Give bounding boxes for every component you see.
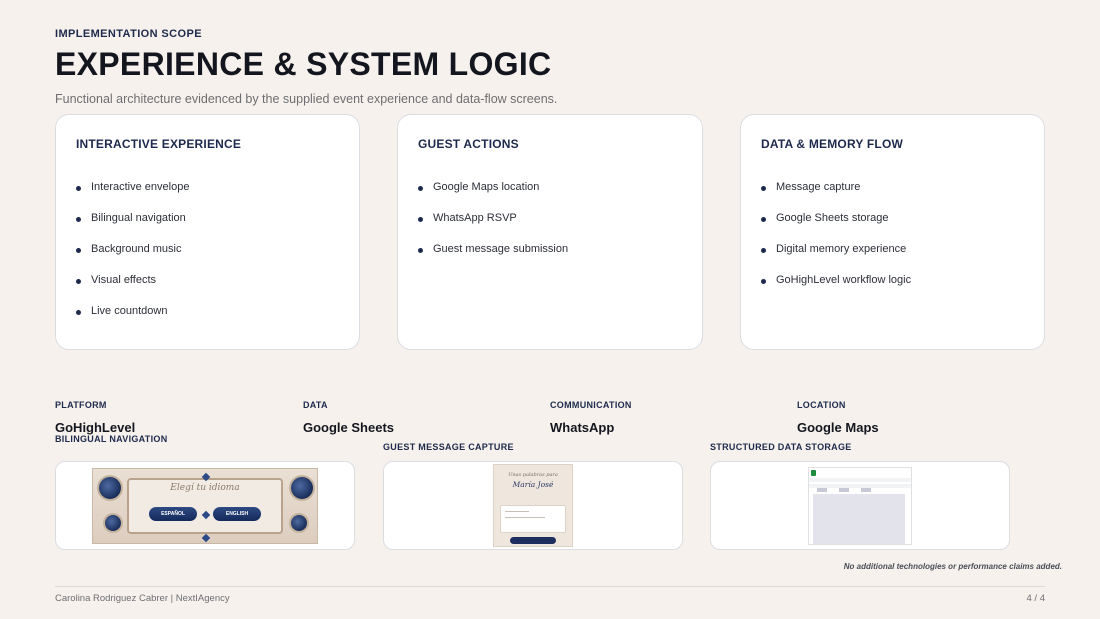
tech-data: DATA Google Sheets — [303, 400, 394, 435]
bullet-icon — [761, 278, 766, 284]
list-item-label: Live countdown — [91, 304, 168, 317]
page-title: EXPERIENCE & SYSTEM LOGIC — [55, 46, 552, 82]
list-item: Live countdown — [76, 295, 339, 326]
screenshot-label: STRUCTURED DATA STORAGE — [710, 442, 852, 452]
card-title: INTERACTIVE EXPERIENCE — [76, 137, 242, 151]
list-item-label: Interactive envelope — [91, 180, 190, 193]
footer-divider — [55, 586, 1045, 587]
list-item: Bilingual navigation — [76, 202, 339, 233]
tech-communication: COMMUNICATION WhatsApp — [550, 400, 632, 435]
list-item-label: Guest message submission — [433, 242, 569, 255]
tech-location: LOCATION Google Maps — [797, 400, 879, 435]
bullet-icon — [76, 278, 81, 284]
screenshot-label: BILINGUAL NAVIGATION — [55, 434, 168, 444]
rose-icon — [289, 512, 309, 533]
bullet-icon — [761, 185, 766, 191]
list-item-label: Google Maps location — [433, 180, 540, 193]
tech-label: COMMUNICATION — [550, 400, 632, 410]
bullet-icon — [76, 309, 81, 315]
rose-icon — [103, 512, 123, 533]
list-item-label: Message capture — [776, 180, 861, 193]
language-heading: Elegí tu idioma — [170, 482, 240, 493]
bullet-icon — [76, 216, 81, 222]
language-selector-thumbnail: Elegí tu idioma ESPAÑOL ENGLISH — [92, 467, 318, 544]
message-form-thumbnail: Unas palabras para María José — [493, 464, 573, 547]
page-subtitle: Functional architecture evidenced by the… — [55, 92, 558, 106]
tech-value: Google Sheets — [303, 420, 395, 435]
tech-label: DATA — [303, 400, 328, 410]
english-button: ENGLISH — [213, 506, 261, 521]
list-item: Message capture — [761, 171, 1024, 202]
page-number: 4 / 4 — [1026, 593, 1046, 604]
list-item: Visual effects — [76, 264, 339, 295]
section-eyebrow: IMPLEMENTATION SCOPE — [55, 28, 202, 40]
list-item-label: Digital memory experience — [776, 242, 907, 255]
sheet-grid — [813, 493, 905, 544]
list-item: Background music — [76, 233, 339, 264]
sheets-logo-icon — [811, 469, 816, 476]
list-item-label: Visual effects — [91, 273, 157, 286]
spreadsheet-thumbnail — [808, 466, 912, 545]
guest-actions-card: GUEST ACTIONS Google Maps location Whats… — [397, 114, 703, 350]
screenshot-label: GUEST MESSAGE CAPTURE — [383, 442, 514, 452]
list-item-label: Bilingual navigation — [91, 211, 186, 224]
list-item: Guest message submission — [418, 233, 682, 264]
bilingual-navigation-screenshot: Elegí tu idioma ESPAÑOL ENGLISH — [55, 461, 355, 550]
bullet-icon — [418, 216, 423, 222]
bullet-icon — [418, 247, 423, 253]
bullet-icon — [76, 247, 81, 253]
structured-data-screenshot — [710, 461, 1010, 550]
interactive-experience-card: INTERACTIVE EXPERIENCE Interactive envel… — [55, 114, 360, 350]
send-button — [510, 537, 556, 544]
list-item-label: GoHighLevel workflow logic — [776, 273, 912, 286]
list-item: GoHighLevel workflow logic — [761, 264, 1024, 295]
message-textarea — [500, 505, 566, 533]
footer-author: Carolina Rodriguez Cabrer | NextIAgency — [55, 593, 230, 604]
list-item: Interactive envelope — [76, 171, 339, 202]
list-item: Digital memory experience — [761, 233, 1024, 264]
card-title: DATA & MEMORY FLOW — [761, 137, 904, 151]
guest-message-screenshot: Unas palabras para María José — [383, 461, 683, 550]
list-item: WhatsApp RSVP — [418, 202, 682, 233]
feature-list: Interactive envelope Bilingual navigatio… — [76, 171, 339, 326]
gem-icon — [201, 533, 211, 542]
list-item: Google Sheets storage — [761, 202, 1024, 233]
tech-label: PLATFORM — [55, 400, 107, 410]
list-item: Google Maps location — [418, 171, 682, 202]
bullet-icon — [418, 185, 423, 191]
tech-value: Google Maps — [797, 420, 879, 435]
card-title: GUEST ACTIONS — [418, 137, 519, 151]
tech-value: WhatsApp — [550, 420, 615, 435]
tech-value: GoHighLevel — [55, 420, 136, 435]
disclaimer-note: No additional technologies or performanc… — [843, 562, 1062, 571]
data-memory-flow-card: DATA & MEMORY FLOW Message capture Googl… — [740, 114, 1045, 350]
tech-platform: PLATFORM GoHighLevel — [55, 400, 135, 435]
feature-list: Message capture Google Sheets storage Di… — [761, 171, 1024, 295]
bullet-icon — [761, 247, 766, 253]
bullet-icon — [761, 216, 766, 222]
list-item-label: Background music — [91, 242, 182, 255]
recipient-name: María José — [512, 480, 554, 489]
list-item-label: WhatsApp RSVP — [433, 211, 517, 224]
message-prompt: Unas palabras para — [508, 472, 558, 478]
spanish-button: ESPAÑOL — [149, 506, 197, 521]
tech-label: LOCATION — [797, 400, 846, 410]
bullet-icon — [76, 185, 81, 191]
feature-list: Google Maps location WhatsApp RSVP Guest… — [418, 171, 682, 264]
list-item-label: Google Sheets storage — [776, 211, 889, 224]
